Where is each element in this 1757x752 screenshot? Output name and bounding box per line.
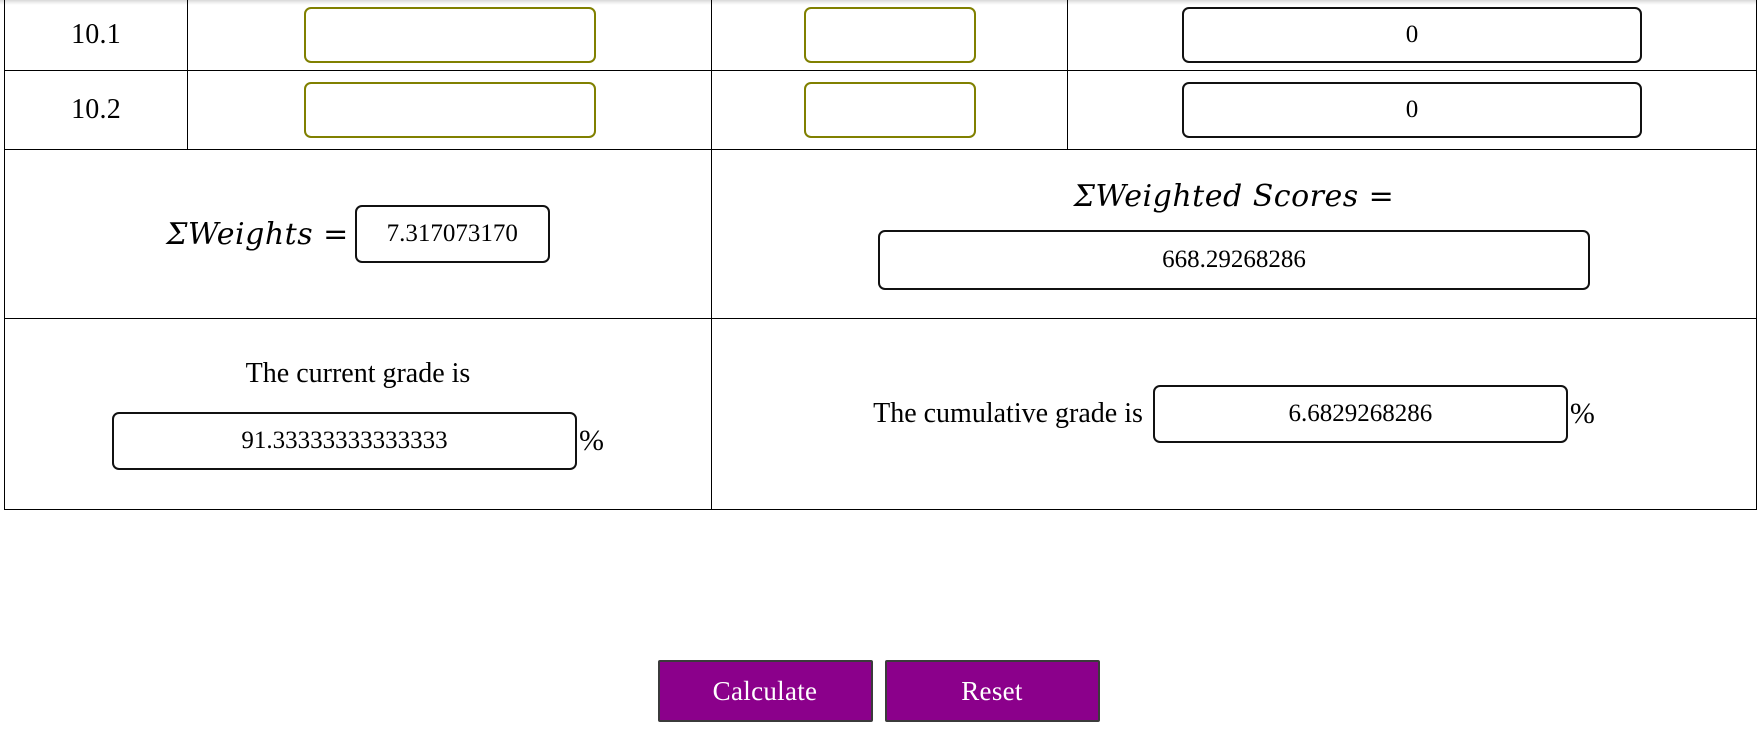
row-score-cell xyxy=(711,0,1068,71)
grade-calculator-page: 10.1 10.2 xyxy=(0,0,1757,752)
current-grade-label: The current grade is xyxy=(245,358,471,389)
weighted-score-output-row-2[interactable] xyxy=(1182,82,1642,138)
sum-weights-cell: ΣWeights = xyxy=(4,149,712,319)
current-grade-cell: The current grade is % xyxy=(4,318,712,510)
item-number-label: 10.2 xyxy=(71,94,121,125)
weight-input-row-2[interactable] xyxy=(303,82,596,138)
sum-weighted-scores-label: ΣWeighted Scores = xyxy=(1073,178,1395,214)
calculate-button[interactable]: Calculate xyxy=(657,660,873,722)
cumulative-grade-label: The cumulative grade is xyxy=(873,398,1143,429)
sum-weighted-scores-output[interactable] xyxy=(878,229,1590,290)
score-input-row-2[interactable] xyxy=(803,82,976,138)
summary-row: ΣWeights = ΣWeighted Scores = xyxy=(4,149,1757,319)
action-button-bar: Calculate Reset xyxy=(0,660,1757,722)
table-row: 10.1 xyxy=(4,0,1757,71)
grade-results-row: The current grade is % The cumulative gr… xyxy=(4,318,1757,510)
item-number-label: 10.1 xyxy=(71,19,121,50)
grades-table: 10.1 10.2 xyxy=(4,0,1757,510)
cumulative-grade-cell: The cumulative grade is % xyxy=(711,318,1757,510)
sum-weights-label: ΣWeights = xyxy=(166,216,349,252)
row-weighted-score-cell xyxy=(1067,0,1757,71)
weighted-score-output-row-1[interactable] xyxy=(1182,7,1642,63)
reset-button[interactable]: Reset xyxy=(884,660,1100,722)
sum-weights-output[interactable] xyxy=(354,205,550,263)
sum-weighted-scores-cell: ΣWeighted Scores = xyxy=(711,149,1757,319)
cumulative-grade-percent-symbol: % xyxy=(1569,397,1595,430)
current-grade-output[interactable] xyxy=(112,412,577,470)
current-grade-percent-symbol: % xyxy=(579,424,604,457)
weight-input-row-1[interactable] xyxy=(303,7,596,63)
score-input-row-1[interactable] xyxy=(803,7,976,63)
row-score-cell xyxy=(711,70,1068,150)
row-weight-cell xyxy=(187,0,712,71)
row-label-cell: 10.1 xyxy=(4,0,188,71)
cumulative-grade-output[interactable] xyxy=(1152,385,1568,443)
row-label-cell: 10.2 xyxy=(4,70,188,150)
table-row: 10.2 xyxy=(4,70,1757,150)
row-weighted-score-cell xyxy=(1067,70,1757,150)
row-weight-cell xyxy=(187,70,712,150)
